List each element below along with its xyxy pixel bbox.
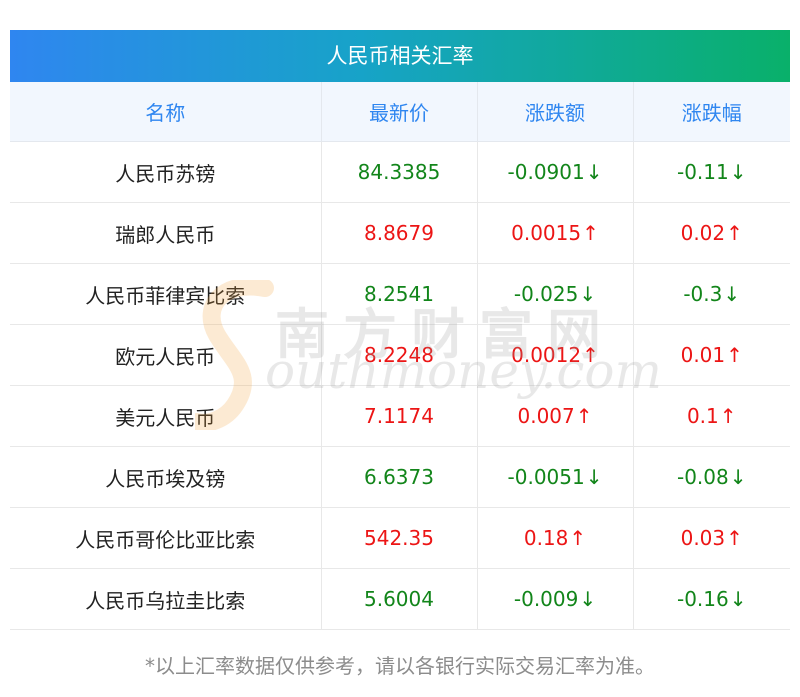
cell-change-value: -0.009 — [513, 587, 579, 611]
arrow-up-icon: ↑ — [726, 343, 743, 367]
cell-latest-price-value: 6.6373 — [364, 465, 434, 489]
table-row: 人民币埃及镑 6.6373 -0.0051↓ -0.08↓ — [10, 446, 790, 508]
rates-table: 名称 最新价 涨跌额 涨跌幅 人民币苏镑 84.3385 -0.0901↓ -0.11… — [10, 82, 790, 630]
cell-change: 0.0015↑ — [477, 202, 634, 264]
cell-latest-price: 5.6004 — [321, 568, 478, 630]
arrow-up-icon: ↑ — [726, 526, 743, 550]
cell-latest-price: 8.2541 — [321, 263, 478, 325]
table-header-row: 名称 最新价 涨跌额 涨跌幅 — [10, 82, 790, 142]
cell-change-percent: 0.01↑ — [633, 324, 790, 386]
cell-change-value: 0.007 — [517, 404, 575, 428]
cell-latest-price: 7.1174 — [321, 385, 478, 447]
cell-currency-name: 人民币乌拉圭比索 — [10, 568, 322, 630]
cell-latest-price-value: 8.2248 — [364, 343, 434, 367]
cell-change-value: 0.0015 — [511, 221, 582, 245]
table-row: 欧元人民币 8.2248 0.0012↑ 0.01↑ — [10, 324, 790, 386]
cell-latest-price-value: 84.3385 — [357, 160, 441, 184]
cell-currency-name: 瑞郎人民币 — [10, 202, 322, 264]
cell-change-value: 0.0012 — [511, 343, 582, 367]
cell-change-value: -0.0051 — [507, 465, 585, 489]
column-header-change: 涨跌额 — [477, 82, 634, 142]
arrow-up-icon: ↑ — [726, 221, 743, 245]
arrow-down-icon: ↓ — [729, 587, 747, 611]
cell-currency-name-value: 人民币埃及镑 — [105, 466, 226, 491]
cell-currency-name: 欧元人民币 — [10, 324, 322, 386]
cell-currency-name: 人民币哥伦比亚比索 — [10, 507, 322, 569]
cell-latest-price-value: 8.2541 — [364, 282, 434, 306]
cell-change-percent: 0.03↑ — [633, 507, 790, 569]
cell-latest-price: 542.35 — [321, 507, 478, 569]
arrow-up-icon: ↑ — [582, 221, 599, 245]
cell-change-percent-value: 0.01 — [680, 343, 726, 367]
table-row: 人民币菲律宾比索 8.2541 -0.025↓ -0.3↓ — [10, 263, 790, 325]
arrow-down-icon: ↓ — [729, 465, 747, 489]
table-row: 人民币哥伦比亚比索 542.35 0.18↑ 0.03↑ — [10, 507, 790, 569]
exchange-rate-panel: 人民币相关汇率 名称 最新价 涨跌额 涨跌幅 人民币苏镑 84.3385 -0.09… — [10, 30, 790, 630]
cell-currency-name: 美元人民币 — [10, 385, 322, 447]
arrow-down-icon: ↓ — [729, 160, 747, 184]
cell-latest-price: 84.3385 — [321, 141, 478, 203]
cell-currency-name: 人民币埃及镑 — [10, 446, 322, 508]
cell-change-percent: 0.1↑ — [633, 385, 790, 447]
panel-title: 人民币相关汇率 — [10, 30, 790, 82]
cell-change-percent: 0.02↑ — [633, 202, 790, 264]
cell-currency-name-value: 人民币菲律宾比索 — [85, 283, 246, 308]
cell-currency-name: 人民币菲律宾比索 — [10, 263, 322, 325]
cell-latest-price: 6.6373 — [321, 446, 478, 508]
cell-change-percent: -0.16↓ — [633, 568, 790, 630]
cell-currency-name: 人民币苏镑 — [10, 141, 322, 203]
cell-currency-name-value: 人民币苏镑 — [115, 161, 216, 186]
cell-latest-price: 8.8679 — [321, 202, 478, 264]
cell-latest-price-value: 542.35 — [364, 526, 434, 550]
cell-change: 0.0012↑ — [477, 324, 634, 386]
cell-change-percent: -0.11↓ — [633, 141, 790, 203]
column-header-name: 名称 — [10, 82, 322, 142]
footnote: *以上汇率数据仅供参考，请以各银行实际交易汇率为准。 — [145, 654, 655, 678]
cell-change-percent-value: 0.03 — [680, 526, 726, 550]
cell-currency-name-value: 瑞郎人民币 — [115, 222, 216, 247]
cell-currency-name-value: 人民币哥伦比亚比索 — [75, 527, 256, 552]
cell-change-percent: -0.08↓ — [633, 446, 790, 508]
cell-change-percent: -0.3↓ — [633, 263, 790, 325]
cell-change-percent-value: -0.11 — [676, 160, 729, 184]
cell-latest-price-value: 8.8679 — [364, 221, 434, 245]
cell-currency-name-value: 美元人民币 — [115, 405, 216, 430]
cell-currency-name-value: 欧元人民币 — [115, 344, 216, 369]
column-header-price: 最新价 — [321, 82, 478, 142]
arrow-down-icon: ↓ — [579, 587, 597, 611]
arrow-up-icon: ↑ — [719, 404, 737, 428]
cell-currency-name-value: 人民币乌拉圭比索 — [85, 588, 246, 613]
rates-table-body: 人民币苏镑 84.3385 -0.0901↓ -0.11↓ 瑞郎人民币 8.8679 0.0… — [10, 141, 790, 630]
cell-change-percent-value: 0.02 — [680, 221, 726, 245]
cell-change-value: -0.025 — [513, 282, 579, 306]
cell-latest-price-value: 7.1174 — [364, 404, 434, 428]
cell-change-percent-value: -0.08 — [676, 465, 729, 489]
cell-change-percent-value: 0.1 — [686, 404, 719, 428]
arrow-down-icon: ↓ — [723, 282, 741, 306]
cell-change: -0.0051↓ — [477, 446, 634, 508]
arrow-up-icon: ↑ — [575, 404, 593, 428]
arrow-down-icon: ↓ — [579, 282, 597, 306]
arrow-up-icon: ↑ — [582, 343, 599, 367]
cell-change-percent-value: -0.16 — [676, 587, 729, 611]
table-row: 人民币乌拉圭比索 5.6004 -0.009↓ -0.16↓ — [10, 568, 790, 630]
cell-change-percent-value: -0.3 — [683, 282, 723, 306]
cell-latest-price: 8.2248 — [321, 324, 478, 386]
cell-change: -0.0901↓ — [477, 141, 634, 203]
table-row: 人民币苏镑 84.3385 -0.0901↓ -0.11↓ — [10, 141, 790, 203]
cell-change: 0.18↑ — [477, 507, 634, 569]
cell-latest-price-value: 5.6004 — [364, 587, 434, 611]
arrow-up-icon: ↑ — [569, 526, 587, 550]
cell-change: 0.007↑ — [477, 385, 634, 447]
cell-change-value: 0.18 — [523, 526, 569, 550]
cell-change: -0.025↓ — [477, 263, 634, 325]
cell-change-value: -0.0901 — [507, 160, 585, 184]
table-row: 瑞郎人民币 8.8679 0.0015↑ 0.02↑ — [10, 202, 790, 264]
arrow-down-icon: ↓ — [585, 465, 603, 489]
table-row: 美元人民币 7.1174 0.007↑ 0.1↑ — [10, 385, 790, 447]
column-header-percent: 涨跌幅 — [633, 82, 790, 142]
arrow-down-icon: ↓ — [585, 160, 603, 184]
cell-change: -0.009↓ — [477, 568, 634, 630]
